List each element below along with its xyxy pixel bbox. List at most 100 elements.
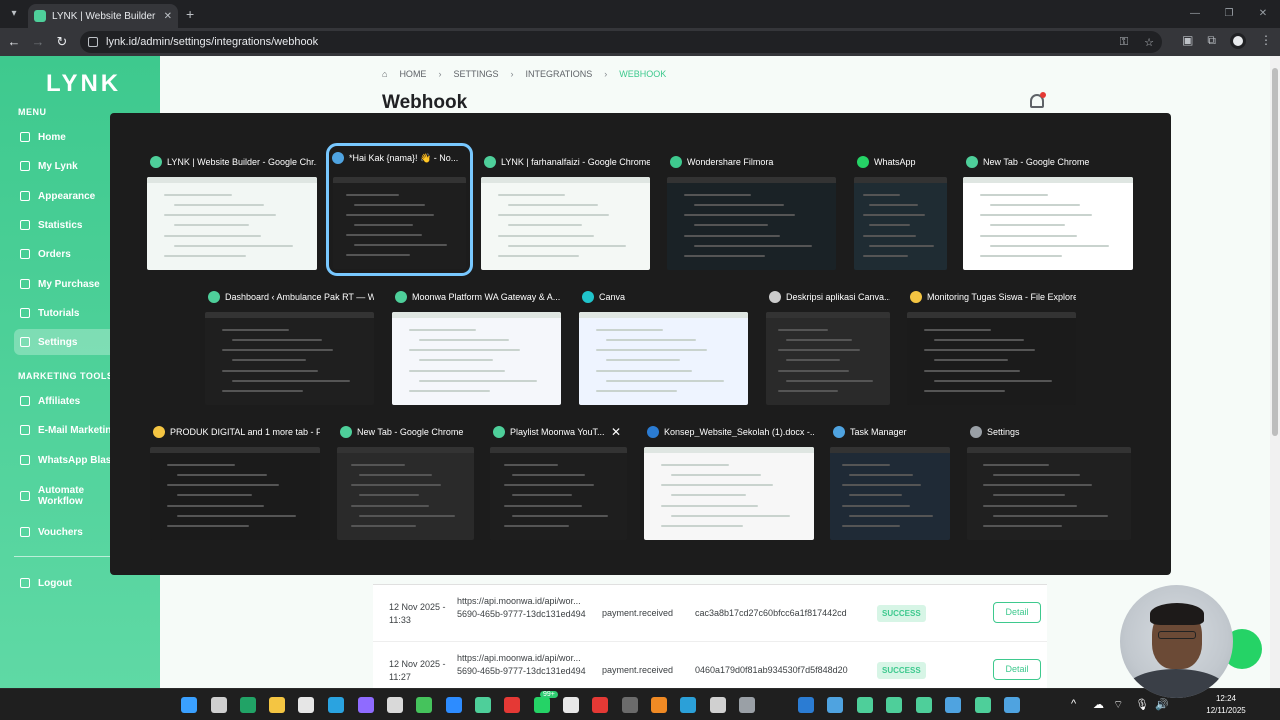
switcher-window[interactable]: WhatsApp bbox=[854, 150, 947, 270]
switcher-window[interactable]: Wondershare Filmora bbox=[667, 150, 836, 270]
close-window-button[interactable]: ✕ bbox=[1246, 0, 1280, 28]
switcher-window[interactable]: New Tab - Google Chrome bbox=[963, 150, 1133, 270]
chrome-icon[interactable] bbox=[857, 697, 873, 713]
switcher-window[interactable]: PRODUK DIGITAL and 1 more tab - Fi... bbox=[150, 420, 320, 540]
log-event: payment.received bbox=[602, 608, 674, 618]
scrollbar-thumb[interactable] bbox=[1272, 68, 1278, 436]
thumbnail-line bbox=[980, 193, 1048, 196]
telegram-icon[interactable] bbox=[328, 697, 344, 713]
app-green-icon[interactable] bbox=[416, 697, 432, 713]
chrome-icon[interactable] bbox=[886, 697, 902, 713]
volume-icon[interactable]: 🔊 bbox=[1155, 698, 1169, 711]
sidebar-item-automate-workflow[interactable]: Automate Workflow bbox=[14, 479, 94, 513]
thumbnail-line bbox=[683, 193, 752, 196]
photos-icon[interactable] bbox=[827, 697, 843, 713]
copilot-icon[interactable] bbox=[358, 697, 374, 713]
switcher-window-title: New Tab - Google Chrome bbox=[983, 157, 1090, 167]
minimize-button[interactable]: — bbox=[1178, 0, 1212, 28]
breadcrumb-integrations[interactable]: INTEGRATIONS bbox=[525, 69, 592, 79]
notion-icon[interactable] bbox=[563, 697, 579, 713]
tab-close-icon[interactable]: ✕ bbox=[164, 11, 172, 22]
microphone-icon[interactable]: 🎙 bbox=[1135, 698, 1149, 711]
reload-icon[interactable]: ↻ bbox=[54, 34, 70, 50]
thumbnail-line bbox=[863, 193, 901, 196]
lynk-logo[interactable]: LYNK bbox=[46, 70, 121, 98]
orange-app-icon[interactable] bbox=[651, 697, 667, 713]
site-info-icon[interactable] bbox=[88, 37, 98, 47]
log-url: https://api.moonwa.id/api/wor... 5690-46… bbox=[457, 596, 586, 619]
zoom-icon[interactable] bbox=[446, 697, 462, 713]
bookmark-star-icon[interactable]: ☆ bbox=[1144, 36, 1154, 49]
address-bar[interactable]: lynk.id/admin/settings/integrations/webh… bbox=[80, 31, 1162, 53]
back-arrow-icon[interactable]: ← bbox=[6, 34, 22, 50]
page-scrollbar[interactable] bbox=[1270, 56, 1280, 688]
browser-menu-icon[interactable]: ⋮ bbox=[1260, 33, 1272, 49]
switcher-window[interactable]: LYNK | Website Builder - Google Chr... bbox=[147, 150, 317, 270]
new-tab-button[interactable]: + bbox=[186, 6, 194, 22]
close-window-icon[interactable]: ✕ bbox=[611, 425, 621, 439]
breadcrumb-settings[interactable]: SETTINGS bbox=[453, 69, 498, 79]
switcher-window-title: Dashboard ‹ Ambulance Pak RT — W... bbox=[225, 292, 374, 302]
chatgpt-icon[interactable] bbox=[387, 697, 403, 713]
url-text[interactable]: lynk.id/admin/settings/integrations/webh… bbox=[106, 36, 1112, 48]
tab-search-icon[interactable]: ▾ bbox=[6, 6, 22, 22]
excel-icon[interactable] bbox=[240, 697, 256, 713]
switcher-window[interactable]: Canva bbox=[579, 285, 748, 405]
thumbnail-line bbox=[174, 224, 249, 227]
settings-gear-icon[interactable] bbox=[739, 697, 755, 713]
profile-avatar[interactable] bbox=[1230, 33, 1246, 49]
switcher-window[interactable]: Monitoring Tugas Siswa - File Explorer bbox=[907, 285, 1076, 405]
switcher-window-header: Wondershare Filmora bbox=[667, 150, 836, 174]
red-app-icon[interactable] bbox=[592, 697, 608, 713]
sidebar-item-label: My Purchase bbox=[38, 278, 100, 290]
outlook-icon[interactable] bbox=[798, 697, 814, 713]
windows-taskbar: ^ ☁ ⌔ 🎙 🔊 12:24 12/11/2025 99+ bbox=[0, 688, 1280, 720]
switcher-window[interactable]: Moonwa Platform WA Gateway & A... bbox=[392, 285, 561, 405]
youtube-music-icon[interactable] bbox=[504, 697, 520, 713]
chrome-icon[interactable] bbox=[975, 697, 991, 713]
switcher-window-header: *Hai Kak {nama}! 👋 - No... bbox=[329, 146, 470, 170]
switcher-window-title: Wondershare Filmora bbox=[687, 157, 774, 167]
capcut-icon[interactable] bbox=[710, 697, 726, 713]
sidebar-item-label: My Lynk bbox=[38, 160, 78, 172]
password-key-icon[interactable]: ⚿ bbox=[1120, 36, 1128, 49]
task-view-icon[interactable] bbox=[211, 697, 227, 713]
notepad-icon[interactable] bbox=[1004, 697, 1020, 713]
switcher-window[interactable]: LYNK | farhanalfaizi - Google Chrome bbox=[481, 150, 650, 270]
terminal-icon[interactable] bbox=[945, 697, 961, 713]
detail-button[interactable]: Detail bbox=[993, 659, 1041, 680]
onedrive-icon[interactable]: ☁ bbox=[1093, 698, 1104, 711]
switcher-window[interactable]: Task Manager bbox=[830, 420, 950, 540]
extension-icon[interactable]: ▣ bbox=[1182, 33, 1193, 49]
thumbnail-line bbox=[595, 390, 677, 393]
detail-button[interactable]: Detail bbox=[993, 602, 1041, 623]
switcher-window-header: Settings bbox=[967, 420, 1131, 444]
show-hidden-icons-chevron-icon[interactable]: ^ bbox=[1071, 698, 1076, 710]
file-explorer-icon[interactable] bbox=[269, 697, 285, 713]
switcher-window[interactable]: Deskripsi aplikasi Canva... bbox=[766, 285, 890, 405]
edge-icon[interactable] bbox=[680, 697, 696, 713]
home-icon[interactable]: ⌂ bbox=[382, 69, 387, 79]
switcher-window[interactable]: Playlist Moonwa YouT... ✕ bbox=[490, 420, 627, 540]
switcher-window[interactable]: Konsep_Website_Sekolah (1).docx -... bbox=[644, 420, 814, 540]
maximize-button[interactable]: ❐ bbox=[1212, 0, 1246, 28]
wifi-icon[interactable]: ⌔ bbox=[1113, 698, 1123, 712]
terminal-icon[interactable] bbox=[622, 697, 638, 713]
chrome-icon[interactable] bbox=[475, 697, 491, 713]
person-glasses bbox=[1158, 631, 1196, 639]
switcher-window[interactable]: *Hai Kak {nama}! 👋 - No... bbox=[326, 143, 473, 276]
switcher-window[interactable]: Settings bbox=[967, 420, 1131, 540]
extensions-puzzle-icon[interactable]: ⧉ bbox=[1207, 33, 1216, 49]
chrome-icon bbox=[150, 156, 162, 168]
forward-arrow-icon[interactable]: → bbox=[30, 34, 46, 50]
chrome-icon[interactable] bbox=[916, 697, 932, 713]
breadcrumb-home[interactable]: HOME bbox=[399, 69, 426, 79]
switcher-window[interactable]: Dashboard ‹ Ambulance Pak RT — W... bbox=[205, 285, 374, 405]
switcher-window[interactable]: New Tab - Google Chrome bbox=[337, 420, 474, 540]
snipping-tool-icon[interactable] bbox=[298, 697, 314, 713]
browser-tab-active[interactable]: LYNK | Website Builder ✕ bbox=[28, 4, 178, 28]
start-windows-icon[interactable] bbox=[181, 697, 197, 713]
window-thumbnail bbox=[579, 312, 748, 405]
whatsapp-icon[interactable] bbox=[534, 697, 550, 713]
thumbnail-line bbox=[849, 473, 913, 476]
